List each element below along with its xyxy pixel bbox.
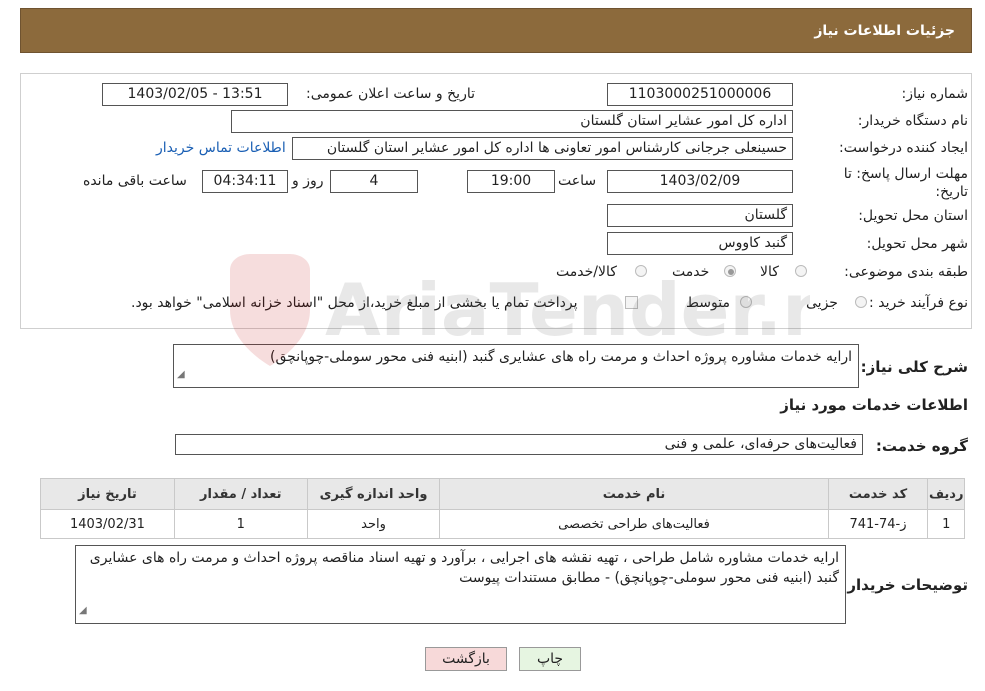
need-number-label: شماره نیاز: [901,86,969,102]
payment-note: پرداخت تمام یا بخشی از مبلغ خرید،از محل … [131,295,578,311]
city-label: شهر محل تحویل: [866,236,968,252]
process-minor-label: جزیی [806,295,838,311]
days-remaining-field: 4 [330,170,418,193]
process-medium-radio[interactable] [740,296,752,308]
cell-need-date: 1403/02/31 [40,509,175,539]
services-section-title: اطلاعات خدمات مورد نیاز [780,396,968,414]
process-label: نوع فرآیند خرید : [869,295,968,311]
deadline-time-label: ساعت [558,173,597,189]
province-label: استان محل تحویل: [858,208,968,224]
buyer-org-field: اداره کل امور عشایر استان گلستان [231,110,793,133]
col-header-unit: واحد اندازه گیری [306,478,441,510]
cell-row-number: 1 [927,509,965,539]
col-header-service-name: نام خدمت [439,478,829,510]
category-goods-service-radio[interactable] [635,265,647,277]
page-title: جزئیات اطلاعات نیاز [814,23,955,39]
resize-grip-icon: ◢ [79,605,87,616]
remaining-label: ساعت باقی مانده [83,173,187,189]
page-header: جزئیات اطلاعات نیاز [20,8,972,53]
cell-unit: واحد [306,509,441,539]
col-header-service-code: کد خدمت [827,478,929,510]
process-minor-radio[interactable] [855,296,867,308]
treasury-payment-checkbox[interactable] [625,296,638,309]
back-button[interactable]: بازگشت [425,647,507,671]
deadline-date-field: 1403/02/09 [607,170,793,193]
resize-grip-icon: ◢ [177,369,185,380]
province-field: گلستان [607,204,793,227]
city-field: گنبد کاووس [607,232,793,255]
category-label: طبقه بندی موضوعی: [844,264,968,280]
remaining-time-field: 04:34:11 [202,170,288,193]
buyer-notes-textarea: ارایه خدمات مشاوره شامل طراحی ، تهیه نقش… [75,545,846,624]
need-number-field: 1103000251000006 [607,83,793,106]
category-service-radio[interactable] [724,265,736,277]
category-goods-service-label: کالا/خدمت [556,264,617,280]
deadline-time-field: 19:00 [467,170,555,193]
process-medium-label: متوسط [686,295,730,311]
buyer-contact-link[interactable]: اطلاعات تماس خریدار [156,140,286,156]
category-service-label: خدمت [672,264,710,280]
col-header-quantity: تعداد / مقدار [173,478,308,510]
summary-textarea: ارایه خدمات مشاوره پروژه احداث و مرمت را… [173,344,859,388]
requester-field: حسینعلی جرجانی کارشناس امور تعاونی ها اد… [292,137,793,160]
cell-service-code: ز-74-741 [827,509,929,539]
service-group-field: فعالیت‌های حرفه‌ای، علمی و فنی [175,434,863,455]
summary-label: شرح کلی نیاز: [860,358,968,376]
col-header-need-date: تاریخ نیاز [40,478,175,510]
table-row: 1 ز-74-741 فعالیت‌های طراحی تخصصی واحد 1… [40,509,965,539]
table-header-row: ردیف کد خدمت نام خدمت واحد اندازه گیری ت… [40,478,965,510]
print-button[interactable]: چاپ [519,647,581,671]
buyer-notes-text: ارایه خدمات مشاوره شامل طراحی ، تهیه نقش… [89,550,839,586]
deadline-label: مهلت ارسال پاسخ: تا تاریخ: [843,166,968,200]
cell-quantity: 1 [173,509,308,539]
category-goods-radio[interactable] [795,265,807,277]
services-table: ردیف کد خدمت نام خدمت واحد اندازه گیری ت… [40,478,965,539]
requester-label: ایجاد کننده درخواست: [839,140,968,156]
category-goods-label: کالا [760,264,779,280]
cell-service-name: فعالیت‌های طراحی تخصصی [439,509,829,539]
announce-label: تاریخ و ساعت اعلان عمومی: [306,86,475,102]
service-group-label: گروه خدمت: [875,437,968,455]
summary-text: ارایه خدمات مشاوره پروژه احداث و مرمت را… [270,349,852,365]
announce-datetime-field: 1403/02/05 - 13:51 [102,83,288,106]
col-header-row-number: ردیف [927,478,965,510]
buyer-org-label: نام دستگاه خریدار: [857,113,968,129]
buyer-notes-label: توضیحات خریدار: [841,576,968,594]
days-label: روز و [292,173,324,189]
